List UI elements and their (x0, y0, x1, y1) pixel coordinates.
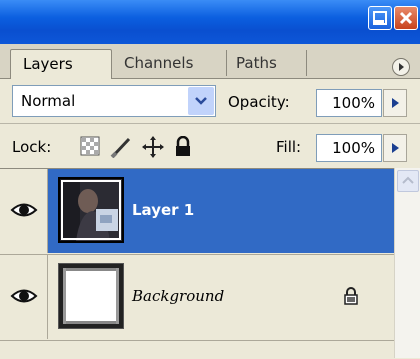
layer-row[interactable]: Layer 1 (0, 169, 394, 253)
lock-brush-icon[interactable] (110, 136, 132, 158)
lock-move-icon[interactable] (142, 136, 164, 158)
opacity-label: Opacity: (228, 93, 290, 111)
dropdown-arrow[interactable] (188, 87, 214, 115)
opacity-input[interactable]: 100% (316, 89, 382, 117)
triangle-right-icon (399, 63, 404, 71)
visibility-toggle[interactable] (0, 255, 48, 339)
visibility-toggle[interactable] (0, 169, 48, 253)
lock-all-icon[interactable] (174, 136, 192, 158)
row-divider (0, 340, 394, 341)
lock-label: Lock: (12, 138, 52, 156)
close-button[interactable] (394, 6, 418, 30)
layer-row[interactable]: Background (0, 255, 394, 339)
minimize-button[interactable] (368, 6, 392, 30)
blend-row: Normal Opacity: 100% (0, 79, 420, 123)
layer-thumbnail (58, 263, 124, 329)
lock-transparent-icon[interactable] (80, 136, 100, 156)
lock-row: Lock: Fill: 100% (0, 123, 420, 168)
triangle-right-icon (392, 143, 399, 153)
lock-icon (344, 287, 358, 305)
panel-menu-button[interactable] (392, 58, 410, 76)
layers-scrollbar[interactable] (394, 168, 420, 358)
opacity-slider-button[interactable] (383, 89, 407, 117)
close-icon (399, 11, 413, 25)
layers-list: Layer 1 Background (0, 168, 420, 359)
scroll-up-button[interactable] (397, 170, 419, 192)
eye-icon (10, 289, 38, 303)
panel-tabs: Layers Channels Paths (0, 44, 420, 79)
tab-layers[interactable]: Layers (10, 49, 112, 79)
tab-layers-label: Layers (23, 55, 73, 73)
chevron-up-icon (402, 176, 414, 184)
layer-thumbnail (58, 177, 124, 243)
blend-mode-select[interactable]: Normal (12, 85, 216, 117)
tab-channels-label: Channels (124, 54, 194, 72)
tab-paths-label: Paths (236, 54, 277, 72)
triangle-right-icon (392, 98, 399, 108)
vignette-thumbnail-icon (59, 264, 123, 328)
layer-name: Layer 1 (132, 201, 195, 219)
chevron-down-icon (195, 97, 207, 105)
eye-icon (10, 203, 38, 217)
fill-label: Fill: (276, 138, 302, 156)
tab-channels[interactable]: Channels (118, 49, 226, 78)
layer-name: Background (132, 287, 225, 305)
blend-mode-value: Normal (21, 92, 76, 110)
tab-paths[interactable]: Paths (224, 49, 304, 78)
tab-divider (306, 50, 307, 76)
fill-input[interactable]: 100% (316, 134, 382, 162)
minimize-icon (373, 11, 387, 25)
photo-thumbnail-icon (60, 179, 122, 241)
fill-slider-button[interactable] (383, 134, 407, 162)
palette-title-bar[interactable] (0, 0, 420, 44)
